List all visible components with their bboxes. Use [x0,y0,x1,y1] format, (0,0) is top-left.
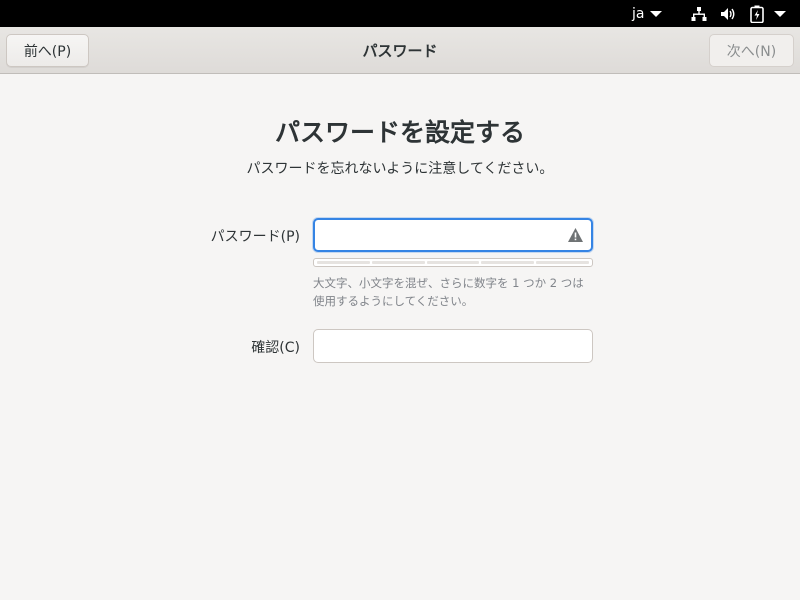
page-title: パスワード [362,42,438,60]
main-heading: パスワードを設定する [274,118,525,147]
password-label: パスワード(P) [210,229,300,245]
strength-segment [426,261,480,264]
back-button[interactable]: 前へ(P) [6,34,89,67]
password-hint-line: 使用するようにしてください。 [313,294,474,308]
system-menu[interactable] [768,0,786,27]
password-hint-line: 大文字、小文字を混ぜ、さらに数字を 1 つか 2 つは [313,276,584,290]
chevron-down-icon [650,10,663,17]
confirm-password-field[interactable] [313,329,593,363]
password-strength-meter [313,258,593,267]
password-field[interactable] [313,218,593,252]
warning-icon [568,228,583,242]
strength-segment [371,261,425,264]
next-button[interactable]: 次へ(N) [709,34,794,67]
header-bar: 前へ(P) パスワード 次へ(N) [0,27,800,74]
subheading: パスワードを忘れないように注意してください。 [246,161,554,177]
strength-segment [536,261,589,264]
top-bar: ja [0,0,800,27]
language-label: ja [632,5,645,22]
network-icon[interactable] [691,0,707,27]
password-hint: 大文字、小文字を混ぜ、さらに数字を 1 つか 2 つは 使用するようにしてくださ… [313,274,603,310]
strength-segment [481,261,535,264]
battery-icon[interactable] [750,0,764,27]
volume-icon[interactable] [720,0,736,27]
chevron-down-icon [774,10,786,17]
confirm-label: 確認(C) [251,340,300,356]
language-indicator[interactable]: ja [632,0,663,27]
strength-segment [317,261,370,264]
